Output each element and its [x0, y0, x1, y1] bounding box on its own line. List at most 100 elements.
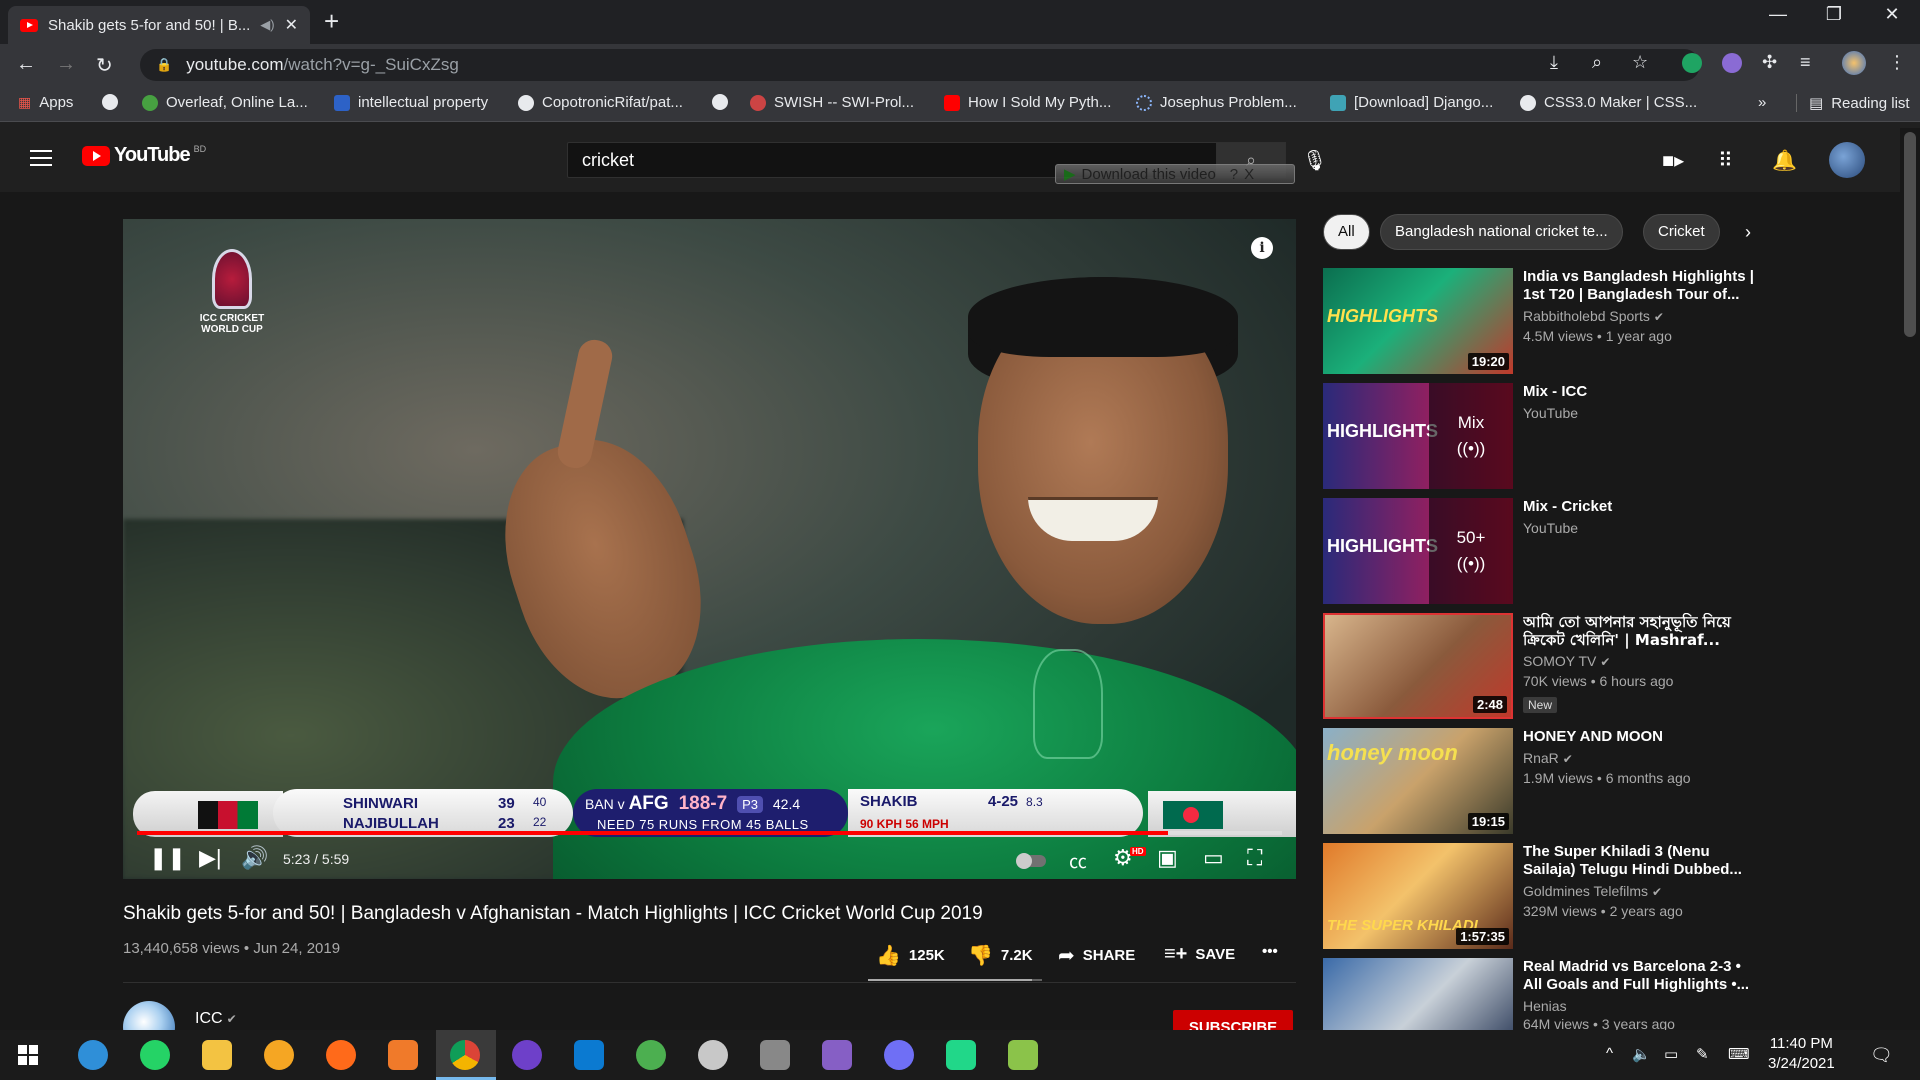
firefox-icon[interactable]	[326, 1040, 356, 1070]
app-icon[interactable]	[698, 1040, 728, 1070]
chip-cricket[interactable]: Cricket	[1643, 214, 1720, 250]
app-icon[interactable]	[760, 1040, 790, 1070]
address-bar[interactable]: 🔒 youtube.com/watch?v=g-_SuiCxZsg	[140, 49, 1700, 81]
reload-button[interactable]: ↻	[96, 53, 113, 78]
install-icon[interactable]: ⤓	[1550, 52, 1558, 73]
apps-grid-icon[interactable]: ⠿	[1718, 148, 1733, 173]
bookmark-django[interactable]: [Download] Django...	[1330, 94, 1493, 111]
vscode-icon[interactable]	[574, 1040, 604, 1070]
theater-mode-icon[interactable]: ▭	[1203, 845, 1224, 871]
close-window-button[interactable]: ✕	[1872, 4, 1912, 25]
bookmark-youtube[interactable]: How I Sold My Pyth...	[944, 94, 1111, 111]
back-button[interactable]: ←	[16, 53, 36, 76]
miniplayer-icon[interactable]: ▣	[1157, 845, 1178, 871]
recommendation-channel[interactable]: Goldmines Telefilms ✔	[1523, 883, 1662, 899]
recommendation-channel[interactable]: YouTube	[1523, 520, 1578, 536]
recommendation-item[interactable]: HIGHLIGHTS 50+ ((•)) Mix - Cricket YouTu…	[1323, 498, 1763, 604]
visual-studio-icon[interactable]	[822, 1040, 852, 1070]
microphone-icon[interactable]: 🎙	[1302, 148, 1327, 173]
bookmark-css3[interactable]: CSS3.0 Maker | CSS...	[1520, 94, 1697, 111]
info-icon[interactable]: i	[1251, 237, 1273, 259]
tray-chevron-up-icon[interactable]: ^	[1606, 1045, 1613, 1062]
profile-avatar-icon[interactable]	[1842, 51, 1866, 75]
extension-icon[interactable]	[1722, 53, 1742, 73]
recommendation-title[interactable]: Mix - ICC	[1523, 383, 1763, 401]
bookmark-github[interactable]: CopotronicRifat/pat...	[518, 94, 683, 111]
youtube-logo[interactable]: YouTube BD	[82, 144, 206, 167]
recommendation-title[interactable]: HONEY AND MOON	[1523, 728, 1763, 746]
bookmark-globe-2[interactable]	[712, 94, 728, 110]
bookmark-globe[interactable]	[102, 94, 118, 110]
download-overlay-close[interactable]: X	[1244, 166, 1254, 183]
reading-queue-icon[interactable]: ≡	[1800, 52, 1811, 73]
recommendation-channel[interactable]: Rabbitholebd Sports ✔	[1523, 308, 1664, 324]
lock-icon[interactable]: 🔒	[156, 57, 172, 73]
app-icon[interactable]	[388, 1040, 418, 1070]
recommendation-channel[interactable]: SOMOY TV ✔	[1523, 653, 1610, 669]
bookmark-apps[interactable]: ▦ Apps	[18, 94, 73, 111]
fullscreen-icon[interactable]: ⛶	[1247, 845, 1262, 871]
recommendation-title[interactable]: The Super Khiladi 3 (Nenu Sailaja) Telug…	[1523, 843, 1763, 879]
zoom-icon[interactable]: ⌕	[1592, 52, 1602, 73]
video-thumbnail[interactable]: HIGHLIGHTS 19:20	[1323, 268, 1513, 374]
chip-bangladesh[interactable]: Bangladesh national cricket te...	[1380, 214, 1623, 250]
tray-network-icon[interactable]: ▭	[1664, 1045, 1678, 1063]
brave-icon[interactable]	[264, 1040, 294, 1070]
windows-start-icon[interactable]	[18, 1045, 38, 1065]
video-thumbnail[interactable]	[1323, 958, 1513, 1030]
pause-icon[interactable]: ❚❚	[149, 845, 186, 871]
recommendation-item[interactable]: honey moon 19:15 HONEY AND MOON RnaR ✔ 1.…	[1323, 728, 1763, 834]
bookmark-overleaf[interactable]: Overleaf, Online La...	[142, 94, 308, 111]
recommendation-channel[interactable]: YouTube	[1523, 405, 1578, 421]
messenger-icon[interactable]	[884, 1040, 914, 1070]
share-button[interactable]: ➦ SHARE	[1058, 943, 1135, 968]
create-video-icon[interactable]: ■▸	[1662, 148, 1684, 173]
autoplay-toggle[interactable]	[1016, 853, 1046, 869]
page-scrollbar[interactable]	[1900, 128, 1920, 1030]
recommendation-item[interactable]: 2:48 আমি তো আপনার সহানুভূতি নিয়ে ক্রিকে…	[1323, 613, 1763, 719]
download-overlay-help[interactable]: ?	[1230, 166, 1238, 183]
tray-keyboard-icon[interactable]: ⌨	[1728, 1045, 1750, 1063]
channel-name[interactable]: ICC ✔	[195, 1010, 237, 1028]
account-avatar[interactable]	[1829, 142, 1865, 178]
notification-center-icon[interactable]: 🗨	[1870, 1045, 1893, 1066]
download-video-overlay[interactable]: ▶ Download this video ? X	[1055, 164, 1295, 184]
chip-all[interactable]: All	[1323, 214, 1370, 250]
tray-pen-icon[interactable]: ✎	[1696, 1045, 1709, 1063]
more-bookmarks-button[interactable]: »	[1758, 94, 1766, 111]
menu-icon[interactable]	[30, 150, 52, 166]
recommendation-title[interactable]: Real Madrid vs Barcelona 2-3 • All Goals…	[1523, 958, 1763, 994]
recommendation-channel[interactable]: Henias	[1523, 998, 1567, 1014]
bookmark-swish[interactable]: SWISH -- SWI-Prol...	[750, 94, 914, 111]
restore-button[interactable]: ❐	[1814, 4, 1854, 25]
mix-thumbnail[interactable]: HIGHLIGHTS 50+ ((•))	[1323, 498, 1513, 604]
volume-icon[interactable]: 🔊	[241, 845, 268, 871]
minimize-button[interactable]: —	[1758, 4, 1798, 25]
dislike-button[interactable]: 👎 7.2K	[968, 943, 1033, 968]
video-player[interactable]: ICC CRICKET WORLD CUP i SHINWARI 39 40 N…	[123, 219, 1296, 879]
recommendation-title[interactable]: India vs Bangladesh Highlights | 1st T20…	[1523, 268, 1763, 304]
extensions-puzzle-icon[interactable]: ✣	[1762, 52, 1777, 73]
video-progress-bar[interactable]	[137, 831, 1282, 835]
reading-list-button[interactable]: ▤ Reading list	[1796, 94, 1910, 112]
save-button[interactable]: ≡+ SAVE	[1164, 943, 1235, 966]
app-icon[interactable]	[1008, 1040, 1038, 1070]
scrollbar-thumb[interactable]	[1904, 132, 1916, 337]
recommendation-item[interactable]: HIGHLIGHTS 19:20 India vs Bangladesh Hig…	[1323, 268, 1763, 374]
like-button[interactable]: 👍 125K	[876, 943, 945, 968]
app-icon[interactable]	[636, 1040, 666, 1070]
chrome-menu-icon[interactable]: ⋮	[1888, 52, 1906, 73]
bookmark-star-icon[interactable]: ☆	[1632, 52, 1648, 73]
new-tab-button[interactable]: +	[324, 6, 339, 37]
video-thumbnail[interactable]: 2:48	[1323, 613, 1513, 719]
recommendation-title[interactable]: আমি তো আপনার সহানুভূতি নিয়ে ক্রিকেট খেল…	[1523, 613, 1763, 649]
chrome-icon[interactable]	[450, 1040, 480, 1070]
recommendation-channel[interactable]: RnaR ✔	[1523, 750, 1573, 766]
recommendation-item[interactable]: Real Madrid vs Barcelona 2-3 • All Goals…	[1323, 958, 1763, 1030]
recommendation-title[interactable]: Mix - Cricket	[1523, 498, 1763, 516]
more-actions-button[interactable]: •••	[1262, 943, 1278, 960]
bookmark-intellectual-property[interactable]: intellectual property	[334, 94, 488, 111]
tab-close-icon[interactable]: ✕	[285, 15, 298, 35]
github-desktop-icon[interactable]	[512, 1040, 542, 1070]
file-explorer-icon[interactable]	[202, 1040, 232, 1070]
